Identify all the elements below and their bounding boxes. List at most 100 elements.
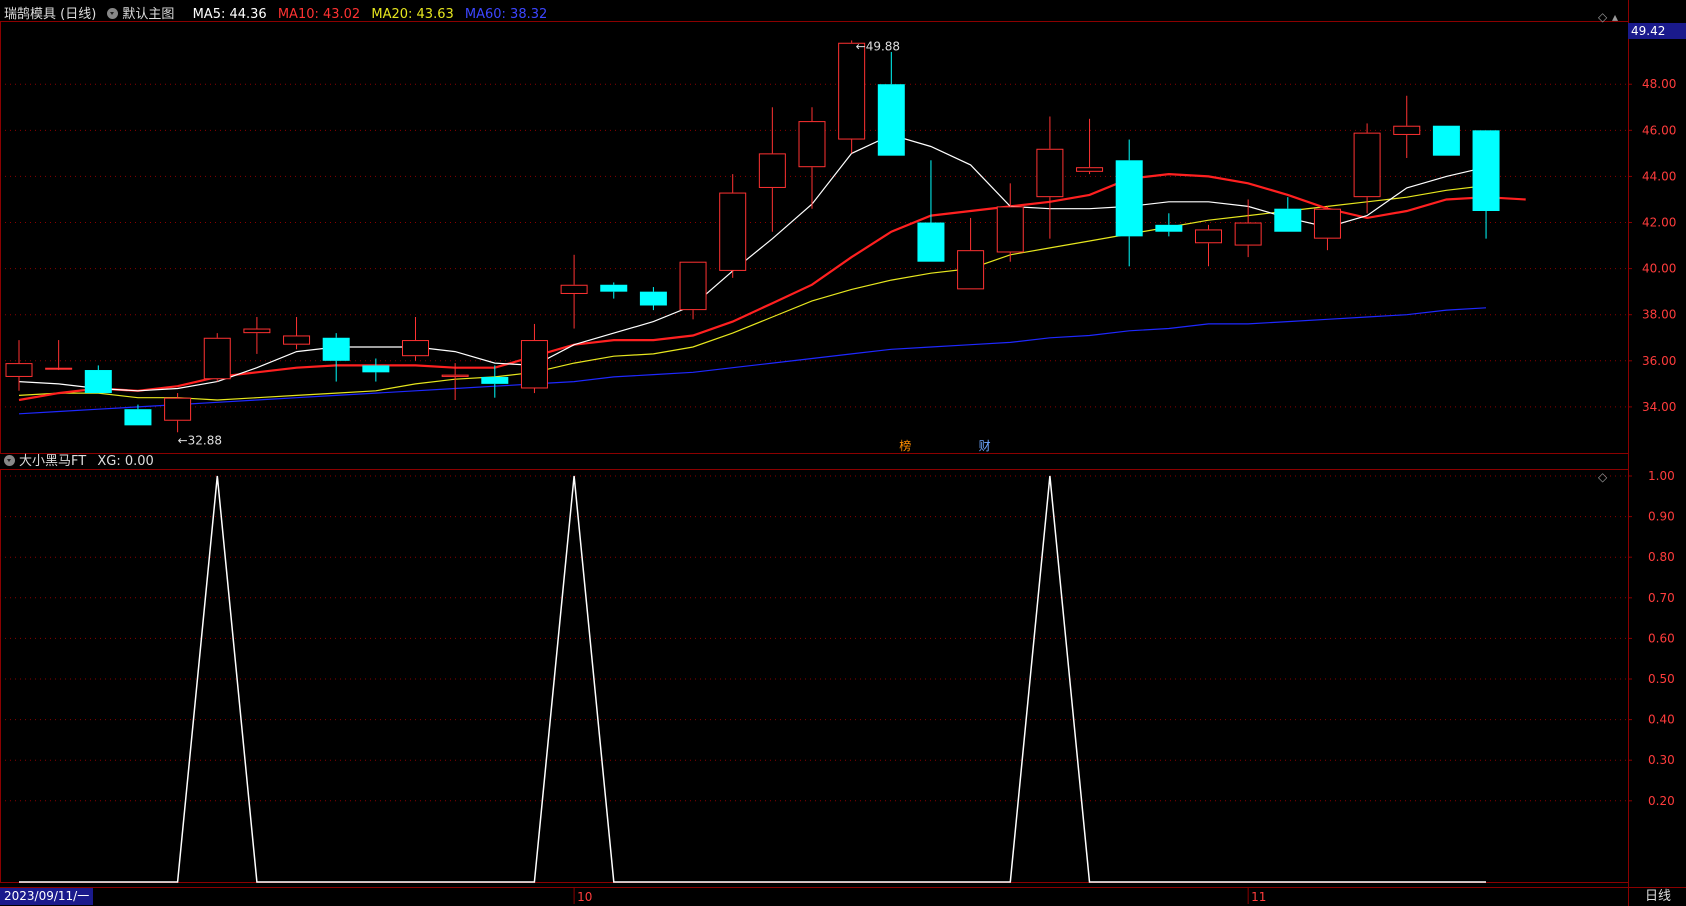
candle-body [1115, 160, 1143, 237]
candle-body [84, 370, 112, 394]
y-tick-label: 0.80 [1648, 550, 1675, 564]
candle[interactable] [164, 393, 192, 433]
candle[interactable] [520, 323, 548, 394]
y-tick-label: 0.30 [1648, 753, 1675, 767]
indicator-name[interactable]: 大小黑马FT [19, 454, 86, 469]
indicator-diamond-icon[interactable]: ◇ [1598, 470, 1607, 484]
candle[interactable] [996, 183, 1024, 262]
candle[interactable] [362, 358, 390, 382]
candle-body [1353, 132, 1381, 198]
chart-template-label: 默认主图 [122, 7, 175, 22]
candle[interactable] [45, 340, 73, 371]
indicator-grid [0, 469, 1629, 883]
candle[interactable] [639, 287, 667, 311]
indicator-dropdown-icon[interactable] [4, 455, 15, 466]
candle-body [441, 374, 469, 377]
candle[interactable] [838, 40, 866, 154]
candle[interactable] [1234, 199, 1262, 258]
period-label[interactable]: 日线 [1630, 888, 1686, 906]
candle[interactable] [84, 365, 112, 394]
y-tick-label: 0.90 [1648, 510, 1675, 524]
low-marker: ←32.88 [178, 433, 222, 447]
y-tick-label: 40.00 [1642, 262, 1676, 276]
candle-body [719, 192, 747, 271]
candle-body [679, 261, 707, 311]
candlestick-series[interactable] [5, 40, 1500, 433]
ma10-value: MA10: 43.02 [277, 7, 361, 22]
indicator-value: XG: 0.00 [97, 454, 154, 469]
candle[interactable] [1076, 118, 1104, 175]
ma20-value: MA20: 43.63 [371, 7, 454, 22]
y-tick-label: 38.00 [1642, 308, 1676, 322]
y-tick-label: 48.00 [1642, 77, 1676, 91]
ma20-line [18, 185, 1487, 401]
candle-body [283, 335, 311, 345]
candle[interactable] [1353, 123, 1381, 214]
y-tick-label: 0.50 [1648, 672, 1675, 686]
candle[interactable] [1432, 125, 1460, 156]
candle-body [1432, 125, 1460, 156]
candle[interactable] [798, 107, 826, 209]
candle-body [164, 397, 192, 421]
candle[interactable] [679, 261, 707, 320]
y-tick-label: 0.20 [1648, 794, 1675, 808]
candle[interactable] [917, 160, 945, 262]
candle-body [520, 340, 548, 389]
candle[interactable] [402, 317, 429, 361]
stock-name[interactable]: 瑞鹄模具 (日线) [4, 7, 96, 22]
month-label: 10 [577, 890, 592, 904]
candle[interactable] [1195, 224, 1222, 267]
date-axis: 10 11 [0, 887, 1686, 904]
candle-body [917, 222, 945, 262]
candle-body [203, 337, 231, 380]
candle-body [243, 328, 271, 334]
candle-body [838, 42, 866, 140]
candle[interactable] [758, 107, 786, 232]
chart-template-dropdown[interactable]: 默认主图 [107, 7, 181, 22]
candle[interactable] [1313, 206, 1341, 251]
candle[interactable] [719, 174, 747, 278]
main-chart-header: 瑞鹄模具 (日线) 默认主图 MA5: 44.36 MA10: 43.02 MA… [4, 6, 554, 24]
candle[interactable] [1115, 139, 1143, 267]
y-tick-label: 0.70 [1648, 591, 1675, 605]
chart-canvas[interactable]: 34.00 36.00 38.00 40.00 42.00 44.00 46.00 48.00… [0, 0, 1686, 906]
indicator-axis: 0.20 0.30 0.40 0.50 0.60 0.70 0.80 0.90 1.00 [1628, 469, 1675, 808]
main-price-axis: 34.00 36.00 38.00 40.00 42.00 44.00 46.00 48.00 [1628, 0, 1676, 906]
candle[interactable] [1036, 116, 1064, 239]
candle[interactable] [243, 317, 271, 354]
candle[interactable] [600, 282, 628, 299]
start-date-label: 2023/09/11/一 [0, 888, 94, 905]
candle[interactable] [957, 217, 985, 290]
current-price-tag: 49.42 [1628, 23, 1686, 39]
ma5-line [18, 134, 1487, 392]
y-tick-label: 46.00 [1642, 123, 1676, 137]
candle-body [1076, 167, 1104, 172]
candle-body [1472, 130, 1500, 211]
candle-body [1234, 222, 1262, 246]
candle-body [1195, 229, 1222, 244]
candle[interactable] [322, 333, 350, 382]
candle[interactable] [560, 254, 588, 329]
candle[interactable] [5, 340, 33, 391]
month-label: 11 [1251, 890, 1266, 904]
candle-body [758, 153, 786, 188]
candle[interactable] [1274, 197, 1302, 232]
candle-body [45, 367, 73, 370]
candle-body [362, 365, 390, 373]
candle[interactable] [877, 51, 905, 156]
y-tick-label: 42.00 [1642, 216, 1676, 230]
candle-body [1036, 148, 1064, 198]
candle[interactable] [1393, 95, 1421, 158]
candle-body [481, 376, 509, 384]
candle-body [5, 363, 33, 377]
diamond-icon[interactable]: ◇ [1598, 10, 1607, 24]
candle[interactable] [1155, 213, 1183, 237]
candle[interactable] [481, 365, 509, 398]
y-tick-label: 44.00 [1642, 169, 1676, 183]
y-tick-label: 36.00 [1642, 354, 1676, 368]
collapse-icon[interactable]: ▴ [1612, 10, 1618, 24]
candle[interactable] [203, 333, 231, 382]
candle[interactable] [283, 317, 311, 350]
event-badge: 财 [979, 439, 991, 453]
main-panel-border [0, 21, 1629, 454]
